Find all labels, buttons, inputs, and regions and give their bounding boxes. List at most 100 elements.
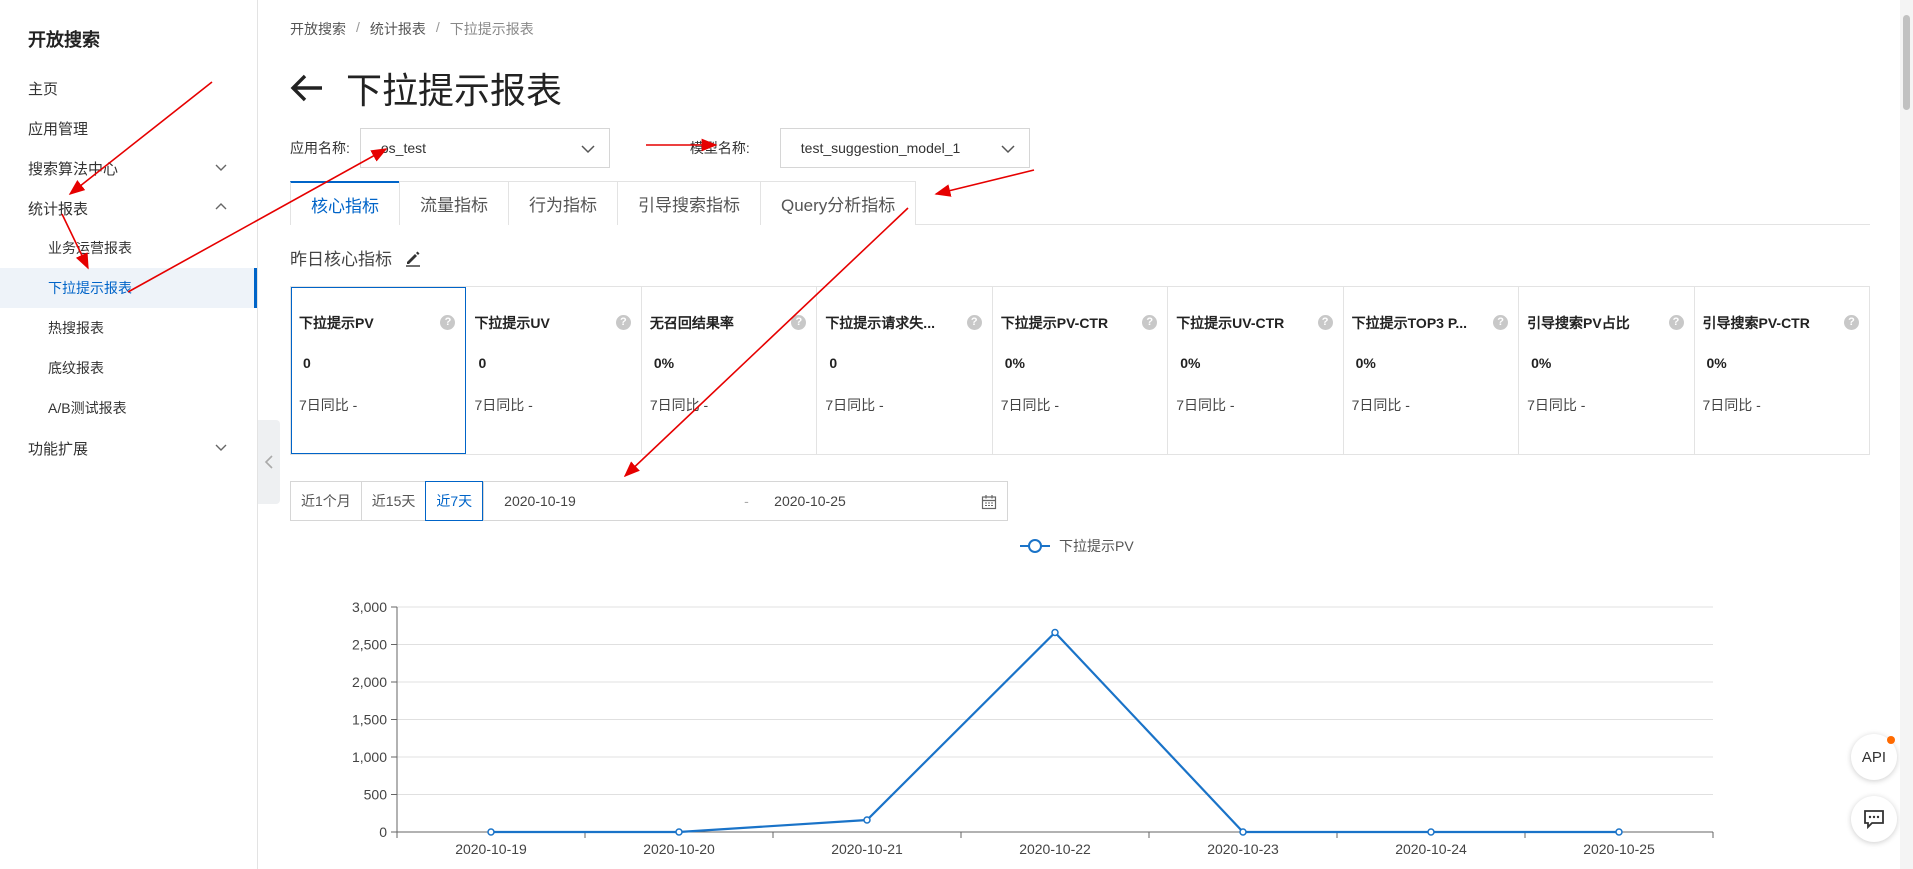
page-scrollbar[interactable] xyxy=(1900,0,1913,869)
scrollbar-thumb[interactable] xyxy=(1903,15,1910,110)
section-title-text: 昨日核心指标 xyxy=(290,250,392,269)
data-point[interactable] xyxy=(1427,828,1435,836)
y-tick-label: 500 xyxy=(364,787,388,803)
data-point[interactable] xyxy=(1239,828,1247,836)
sidebar-item-label: 底纹报表 xyxy=(48,360,104,376)
y-axis: 0 500 1,000 1,500 2,000 2,500 3,000 xyxy=(352,599,398,840)
metric-compare: 7日同比 - xyxy=(474,397,533,413)
chevron-left-icon xyxy=(264,455,273,469)
x-tick-label: 2020-10-22 xyxy=(1019,841,1091,857)
chevron-down-icon xyxy=(581,145,595,154)
metric-compare: 7日同比 - xyxy=(1351,397,1410,413)
metric-card[interactable]: 下拉提示请求失... ? 0 7日同比 - xyxy=(817,287,993,454)
back-arrow-icon[interactable] xyxy=(290,73,324,103)
breadcrumb-item[interactable]: 开放搜索 xyxy=(290,19,346,39)
help-icon[interactable]: ? xyxy=(440,315,456,330)
breadcrumb-item[interactable]: 统计报表 xyxy=(370,19,426,39)
metric-card[interactable]: 引导搜索PV-CTR ? 0% 7日同比 - xyxy=(1695,287,1869,454)
metric-value: 0% xyxy=(653,355,675,371)
sidebar-item-statistics[interactable]: 统计报表 xyxy=(0,188,257,228)
sidebar-item-ab-test-report[interactable]: A/B测试报表 xyxy=(0,388,257,428)
model-name-label: 模型名称: xyxy=(689,140,750,156)
help-icon[interactable]: ? xyxy=(966,315,982,330)
sidebar-item-label: 下拉提示报表 xyxy=(48,280,132,296)
data-point[interactable] xyxy=(863,816,871,824)
model-name-select[interactable]: test_suggestion_model_1 xyxy=(779,128,1030,168)
date-end[interactable]: 2020-10-25 xyxy=(774,493,846,509)
sidebar-item-suggestion-report[interactable]: 下拉提示报表 xyxy=(0,268,257,308)
help-icon[interactable]: ? xyxy=(1668,315,1684,330)
model-name-value: test_suggestion_model_1 xyxy=(800,140,961,156)
metric-value: 0 xyxy=(829,355,838,371)
sidebar-item-label: 搜索算法中心 xyxy=(28,160,119,178)
help-icon[interactable]: ? xyxy=(1843,315,1859,330)
sidebar-item-label: A/B测试报表 xyxy=(48,400,127,416)
quick-range-7-days[interactable]: 近7天 xyxy=(425,481,484,521)
metric-card[interactable]: 下拉提示PV ? 0 7日同比 - xyxy=(291,287,467,454)
sidebar-item-extensions[interactable]: 功能扩展 xyxy=(0,428,257,468)
metric-card[interactable]: 无召回结果率 ? 0% 7日同比 - xyxy=(642,287,818,454)
tab-traffic-metrics[interactable]: 流量指标 xyxy=(399,181,509,225)
metric-compare: 7日同比 - xyxy=(1527,397,1586,413)
y-tick-label: 0 xyxy=(379,824,387,840)
sidebar-item-label: 主页 xyxy=(28,80,59,98)
chart-legend[interactable]: 下拉提示PV xyxy=(1020,538,1134,554)
tab-core-metrics[interactable]: 核心指标 xyxy=(290,181,400,225)
edit-icon[interactable] xyxy=(404,249,422,267)
sidebar-item-search-algorithm[interactable]: 搜索算法中心 xyxy=(0,148,257,188)
date-range-picker[interactable]: 2020-10-19 - 2020-10-25 xyxy=(483,481,1009,521)
breadcrumb-separator: / xyxy=(435,19,440,35)
help-icon[interactable]: ? xyxy=(615,315,631,330)
metric-compare: 7日同比 - xyxy=(299,397,358,413)
sidebar-collapse-handle[interactable] xyxy=(258,420,280,504)
metric-card[interactable]: 引导搜索PV占比 ? 0% 7日同比 - xyxy=(1519,287,1695,454)
sidebar-item-home[interactable]: 主页 xyxy=(0,68,257,108)
metric-title: 下拉提示请求失... xyxy=(825,315,935,331)
x-tick-label: 2020-10-19 xyxy=(455,841,527,857)
series-line xyxy=(491,630,1619,834)
data-point[interactable] xyxy=(1615,828,1623,836)
help-icon[interactable]: ? xyxy=(791,315,807,330)
metric-compare: 7日同比 - xyxy=(825,397,884,413)
metric-card[interactable]: 下拉提示TOP3 P... ? 0% 7日同比 - xyxy=(1344,287,1520,454)
tab-behavior-metrics[interactable]: 行为指标 xyxy=(508,181,618,225)
x-tick-label: 2020-10-24 xyxy=(1395,841,1467,857)
date-start[interactable]: 2020-10-19 xyxy=(504,493,576,509)
app-name-select[interactable]: os_test xyxy=(359,128,610,168)
sidebar: 开放搜索 主页 应用管理 搜索算法中心 统计报表 业务运营报表 下拉提示报表 热… xyxy=(0,0,258,869)
calendar-icon[interactable] xyxy=(981,494,997,510)
sidebar-item-app-management[interactable]: 应用管理 xyxy=(0,108,257,148)
sidebar-item-hot-search-report[interactable]: 热搜报表 xyxy=(0,308,257,348)
sidebar-brand: 开放搜索 xyxy=(28,30,100,50)
data-point[interactable] xyxy=(675,828,683,836)
metric-value: 0 xyxy=(478,355,487,371)
chat-button[interactable] xyxy=(1851,796,1897,842)
x-tick-label: 2020-10-21 xyxy=(831,841,903,857)
metric-value: 0% xyxy=(1355,355,1376,371)
metric-title: 下拉提示TOP3 P... xyxy=(1351,315,1468,331)
page-title: 下拉提示报表 xyxy=(346,70,563,111)
sidebar-item-shading-report[interactable]: 底纹报表 xyxy=(0,348,257,388)
data-point[interactable] xyxy=(487,828,495,836)
notification-dot xyxy=(1887,736,1895,744)
sidebar-item-label: 功能扩展 xyxy=(28,440,89,458)
quick-range-1-month[interactable]: 近1个月 xyxy=(290,481,362,521)
metric-title: 下拉提示UV-CTR xyxy=(1176,315,1285,331)
metric-card[interactable]: 下拉提示PV-CTR ? 0% 7日同比 - xyxy=(993,287,1169,454)
x-axis: 2020-10-19 2020-10-20 2020-10-21 2020-10-22… xyxy=(396,832,1714,857)
quick-range-15-days[interactable]: 近15天 xyxy=(360,481,427,521)
tab-query-analysis-metrics[interactable]: Query分析指标 xyxy=(760,181,917,225)
help-icon[interactable]: ? xyxy=(1317,315,1333,330)
api-button[interactable]: API xyxy=(1851,734,1897,780)
sidebar-item-business-report[interactable]: 业务运营报表 xyxy=(0,228,257,268)
help-icon[interactable]: ? xyxy=(1493,315,1509,330)
metric-card[interactable]: 下拉提示UV ? 0 7日同比 - xyxy=(466,287,642,454)
metric-compare: 7日同比 - xyxy=(1000,397,1060,413)
section-title: 昨日核心指标 xyxy=(290,245,422,270)
tab-guided-search-metrics[interactable]: 引导搜索指标 xyxy=(617,181,761,225)
help-icon[interactable]: ? xyxy=(1142,315,1158,330)
data-point[interactable] xyxy=(1051,628,1059,637)
metric-card[interactable]: 下拉提示UV-CTR ? 0% 7日同比 - xyxy=(1168,287,1344,454)
metric-compare: 7日同比 - xyxy=(649,397,709,413)
chevron-up-icon xyxy=(215,203,227,210)
